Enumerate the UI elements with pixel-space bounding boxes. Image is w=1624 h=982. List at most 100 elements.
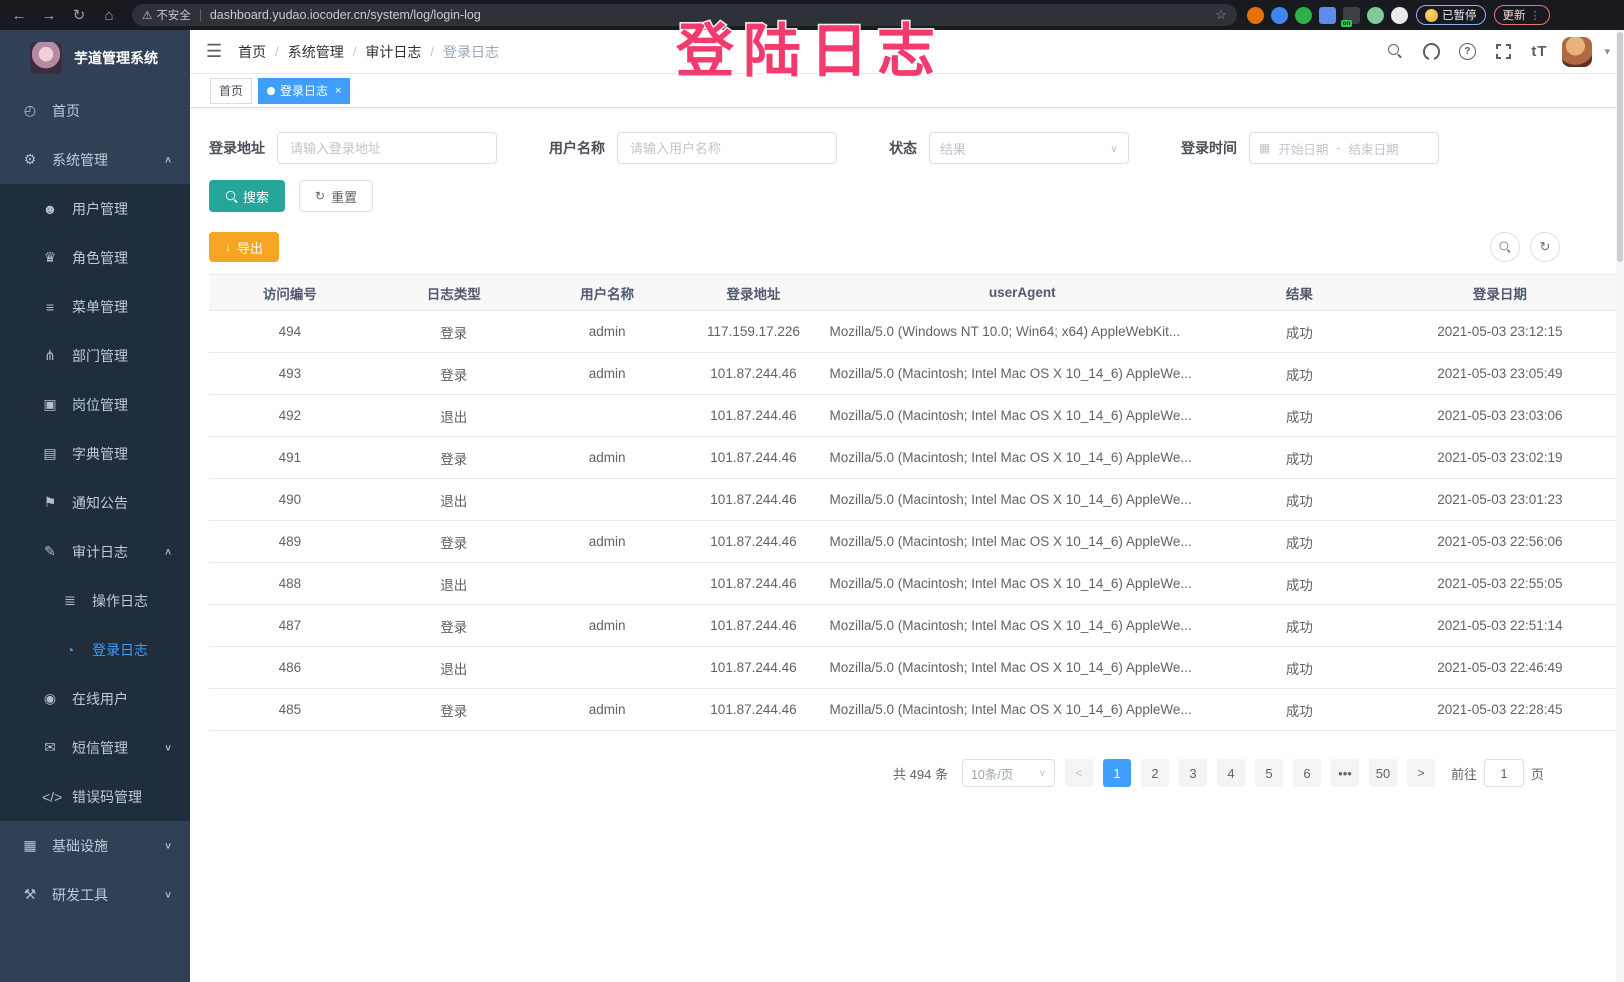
breadcrumb-item[interactable]: 系统管理 [288, 42, 344, 62]
table-cell: Mozilla/5.0 (Macintosh; Intel Mac OS X 1… [829, 702, 1215, 717]
table-cell: Mozilla/5.0 (Macintosh; Intel Mac OS X 1… [829, 660, 1215, 675]
font-size-icon[interactable] [1526, 39, 1552, 65]
sidebar-item-dept[interactable]: ⋔部门管理 [0, 331, 190, 380]
grid-extension-icon[interactable] [1319, 7, 1336, 24]
sidebar-item-errcode[interactable]: </>错误码管理 [0, 772, 190, 821]
hamburger-icon[interactable]: ☰ [190, 41, 238, 62]
page-unit-label: 页 [1531, 764, 1544, 783]
next-page-button[interactable]: > [1407, 759, 1435, 787]
toggle-search-button[interactable] [1490, 232, 1520, 262]
breadcrumb-item[interactable]: 审计日志 [365, 42, 421, 62]
github-icon[interactable] [1418, 39, 1444, 65]
sidebar-item-oplog[interactable]: ≣操作日志 [0, 576, 190, 625]
page-button-50[interactable]: 50 [1369, 759, 1397, 787]
table-cell: 2021-05-03 22:55:05 [1384, 576, 1616, 591]
sidebar-item-user[interactable]: ☻用户管理 [0, 184, 190, 233]
orange-extension-icon[interactable] [1247, 7, 1264, 24]
tag-close-icon[interactable]: × [335, 85, 341, 97]
prev-page-button[interactable]: < [1065, 759, 1093, 787]
page-button-4[interactable]: 4 [1217, 759, 1245, 787]
table-cell: 成功 [1215, 574, 1384, 594]
bookmark-star-icon[interactable]: ☆ [1215, 7, 1227, 23]
goto-page: 前往 页 [1451, 759, 1544, 787]
login-address-input[interactable] [277, 132, 497, 164]
search-button[interactable]: 搜索 [209, 180, 285, 212]
username-input[interactable] [617, 132, 837, 164]
export-button[interactable]: ↓ 导出 [209, 232, 279, 262]
back-icon[interactable]: ← [6, 3, 32, 27]
table-row: 487登录admin101.87.244.46Mozilla/5.0 (Maci… [209, 605, 1616, 647]
reload-icon[interactable]: ↻ [66, 3, 92, 27]
search-icon[interactable] [1382, 39, 1408, 65]
tampermonkey-extension-icon[interactable]: on [1343, 7, 1360, 24]
page-buttons: 123456 ••• 50 [1103, 759, 1397, 787]
sidebar-item-menu[interactable]: ≡菜单管理 [0, 282, 190, 331]
sidebar-item-post[interactable]: ▣岗位管理 [0, 380, 190, 429]
sidebar-item-sms[interactable]: ✉短信管理∨ [0, 723, 190, 772]
sidebar-item-dict[interactable]: ▤字典管理 [0, 429, 190, 478]
fullscreen-icon[interactable] [1490, 39, 1516, 65]
page-button-2[interactable]: 2 [1141, 759, 1169, 787]
page-button-5[interactable]: 5 [1255, 759, 1283, 787]
page-size-select[interactable]: 10条/页 ∨ [962, 759, 1055, 787]
security-warning[interactable]: ⚠不安全 [142, 7, 191, 23]
scrollbar-thumb[interactable] [1617, 32, 1623, 262]
tag-active[interactable]: 登录日志× [258, 78, 350, 104]
notice-icon: ⚑ [42, 494, 58, 511]
help-icon[interactable] [1454, 39, 1480, 65]
more-pages-button[interactable]: ••• [1331, 759, 1359, 787]
reset-button[interactable]: ↻ 重置 [299, 180, 373, 212]
page-button-1[interactable]: 1 [1103, 759, 1131, 787]
end-date-placeholder: 结束日期 [1349, 139, 1399, 158]
green-circle-extension-icon[interactable] [1295, 7, 1312, 24]
refresh-table-button[interactable]: ↻ [1530, 232, 1560, 262]
sidebar-item-tools[interactable]: ⚒研发工具∨ [0, 870, 190, 919]
table-cell: 登录 [371, 364, 537, 384]
column-header: 访问编号 [209, 283, 371, 303]
breadcrumb-item[interactable]: 首页 [238, 42, 266, 62]
sidebar-item-audit[interactable]: ✎审计日志∧ [0, 527, 190, 576]
update-button[interactable]: 更新 ⋮ [1494, 5, 1550, 25]
sidebar-item-infra[interactable]: ▦基础设施∨ [0, 821, 190, 870]
forward-icon[interactable]: → [36, 3, 62, 27]
sidebar-item-dashboard[interactable]: ◴首页 [0, 86, 190, 135]
sidebar-item-system[interactable]: ⚙系统管理∧ [0, 135, 190, 184]
role-icon: ♛ [42, 249, 58, 266]
status-select[interactable]: 结果 ∨ [929, 132, 1129, 164]
leaf-extension-icon[interactable] [1367, 7, 1384, 24]
login-log-table: 访问编号日志类型用户名称登录地址userAgent结果登录日期 494登录adm… [209, 274, 1616, 731]
table-cell: 101.87.244.46 [678, 618, 830, 633]
table-cell: 493 [209, 366, 371, 381]
breadcrumb: 首页/系统管理/审计日志/登录日志 [238, 42, 499, 62]
table-cell: admin [537, 702, 678, 717]
browser-menu-dots-icon[interactable]: ⋮ [1530, 9, 1541, 22]
avatar-caret-icon[interactable]: ▾ [1604, 45, 1610, 58]
sidebar-item-loginlog[interactable]: ◔登录日志 [0, 625, 190, 674]
table-cell: 101.87.244.46 [678, 492, 830, 507]
breadcrumb-separator: / [353, 44, 357, 59]
warning-icon: ⚠ [142, 8, 152, 22]
url-text[interactable]: dashboard.yudao.iocoder.cn/system/log/lo… [210, 8, 1208, 22]
page-button-3[interactable]: 3 [1179, 759, 1207, 787]
sidebar-item-online[interactable]: ◉在线用户 [0, 674, 190, 723]
home-icon[interactable]: ⌂ [96, 3, 122, 27]
total-count: 共 494 条 [893, 764, 948, 783]
table-cell: Mozilla/5.0 (Macintosh; Intel Mac OS X 1… [829, 576, 1215, 591]
table-cell: 2021-05-03 22:46:49 [1384, 660, 1616, 675]
tag-item[interactable]: 首页 [210, 78, 252, 104]
sidebar-item-role[interactable]: ♛角色管理 [0, 233, 190, 282]
window-scrollbar[interactable] [1616, 30, 1624, 982]
address-bar[interactable]: ⚠不安全 dashboard.yudao.iocoder.cn/system/l… [132, 4, 1237, 26]
goto-page-input[interactable] [1484, 759, 1524, 787]
blue-shield-extension-icon[interactable] [1271, 7, 1288, 24]
table-toolbar: ↓ 导出 ↻ [209, 232, 1616, 262]
page-button-6[interactable]: 6 [1293, 759, 1321, 787]
user-avatar[interactable] [1562, 37, 1592, 67]
sidebar-item-notice[interactable]: ⚑通知公告 [0, 478, 190, 527]
date-range-picker[interactable]: ▦ 开始日期 - 结束日期 [1249, 132, 1439, 164]
sidebar-logo[interactable]: 芋道管理系统 [0, 30, 190, 86]
status-label: 状态 [889, 138, 917, 158]
table-cell: 490 [209, 492, 371, 507]
puzzle-extension-icon[interactable] [1391, 7, 1408, 24]
paused-badge[interactable]: 已暂停 [1416, 5, 1486, 25]
